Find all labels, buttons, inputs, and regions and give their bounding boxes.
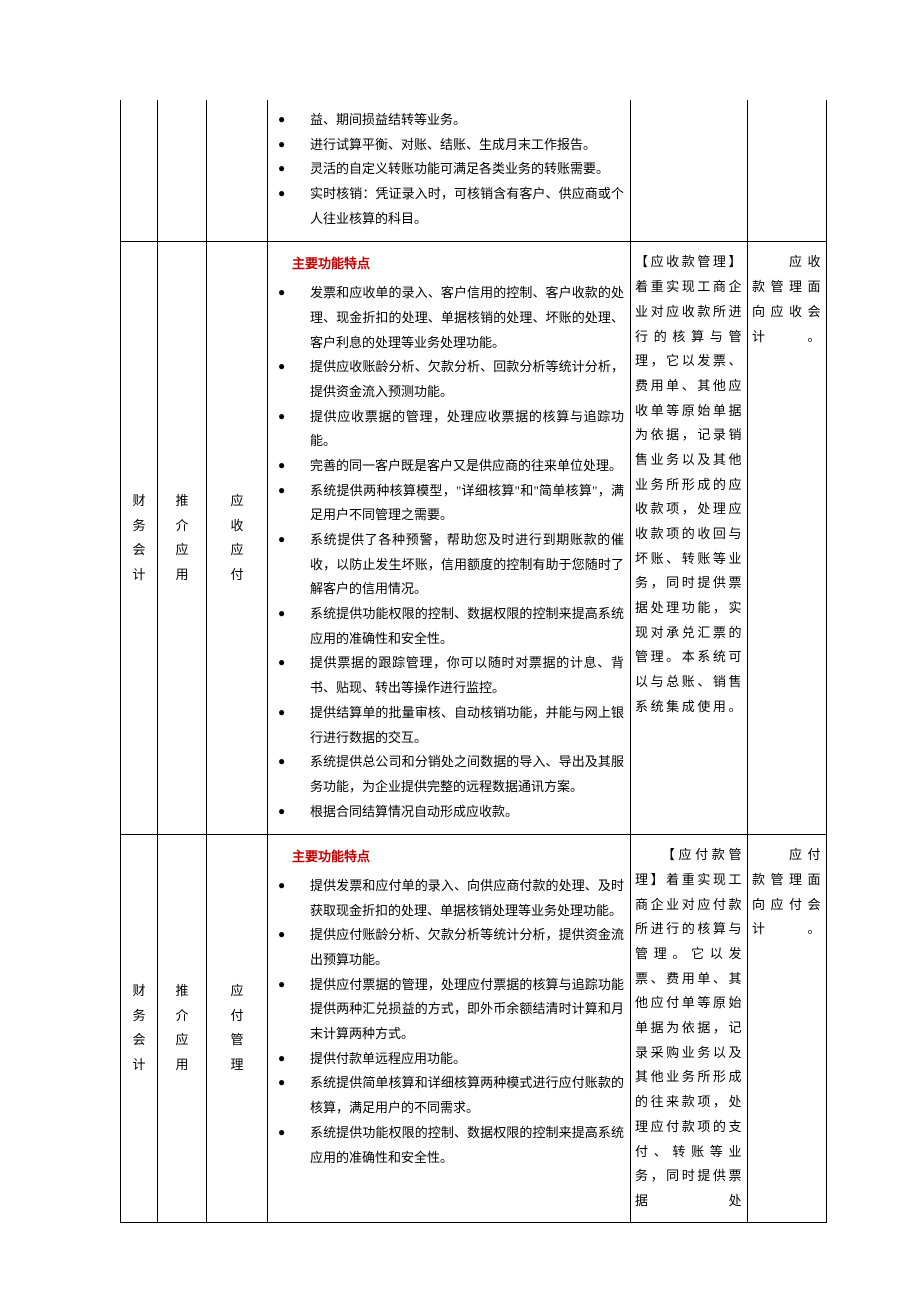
col6-body: 款管理面向应付会计。 bbox=[752, 872, 822, 936]
col5-lead: 【应付款 bbox=[635, 847, 728, 862]
feature-item: 根据合同结算情况自动形成应收款。 bbox=[274, 800, 624, 825]
feature-item: 实时核销：凭证录入时，可核销含有客户、供应商或个人往业核算的科目。 bbox=[274, 182, 624, 231]
col6-lead: 应付 bbox=[752, 847, 822, 862]
cell-description: 【应收款管理】着重实现工商企业对应收款所进行的核算与管理，它以发票、费用单、其他… bbox=[631, 242, 748, 835]
feature-item: 系统提供总公司和分销处之间数据的导入、导出及其服务功能，为企业提供完整的远程数据… bbox=[274, 750, 624, 799]
table-row: 益、期间损益结转等业务。进行试算平衡、对账、结账、生成月末工作报告。灵活的自定义… bbox=[121, 100, 827, 242]
feature-item: 提供发票和应付单的录入、向供应商付款的处理、及时获取现金折扣的处理、单据核销处理… bbox=[274, 874, 624, 923]
cell-audience: 应收款管理面向应收会计。 bbox=[748, 242, 827, 835]
feature-item: 系统提供简单核算和详细核算两种模式进行应付账款的核算，满足用户的不同需求。 bbox=[274, 1071, 624, 1120]
features-header: 主要功能特点 bbox=[292, 252, 624, 277]
col5-body: 管理】着重实现工商企业对应付款所进行的核算与管理。它以发票、费用单、其他应付单等… bbox=[635, 847, 743, 1208]
cell-features: 主要功能特点 发票和应收单的录入、客户信用的控制、客户收款的处理、现金折扣的处理… bbox=[268, 242, 631, 835]
cell-audience: 应付款管理面向应付会计。 bbox=[748, 835, 827, 1222]
cell-category: 财务会计 bbox=[121, 242, 158, 835]
cell-scope: 推介应用 bbox=[158, 835, 207, 1222]
features-header: 主要功能特点 bbox=[292, 845, 624, 870]
cell-module: 应付管理 bbox=[207, 835, 268, 1222]
feature-item: 提供应收账龄分析、欠款分析、回款分析等统计分析，提供资金流入预测功能。 bbox=[274, 355, 624, 404]
feature-item: 完善的同一客户既是客户又是供应商的往来单位处理。 bbox=[274, 454, 624, 479]
feature-item: 系统提供了各种预警，帮助您及时进行到期账款的催收，以防止发生坏账，信用额度的控制… bbox=[274, 528, 624, 602]
feature-item: 提供付款单远程应用功能。 bbox=[274, 1047, 624, 1072]
cell-features: 益、期间损益结转等业务。进行试算平衡、对账、结账、生成月末工作报告。灵活的自定义… bbox=[268, 100, 631, 242]
feature-item: 发票和应收单的录入、客户信用的控制、客户收款的处理、现金折扣的处理、单据核销的处… bbox=[274, 281, 624, 355]
col6-lead: 应收 bbox=[752, 254, 822, 269]
feature-item: 益、期间损益结转等业务。 bbox=[274, 108, 624, 133]
feature-item: 系统提供功能权限的控制、数据权限的控制来提高系统应用的准确性和安全性。 bbox=[274, 1121, 624, 1170]
cell-scope: 推介应用 bbox=[158, 242, 207, 835]
feature-item: 进行试算平衡、对账、结账、生成月末工作报告。 bbox=[274, 133, 624, 158]
cell-category bbox=[121, 100, 158, 242]
main-table: 益、期间损益结转等业务。进行试算平衡、对账、结账、生成月末工作报告。灵活的自定义… bbox=[120, 100, 827, 1223]
cell-features: 主要功能特点 提供发票和应付单的录入、向供应商付款的处理、及时获取现金折扣的处理… bbox=[268, 835, 631, 1222]
cell-module bbox=[207, 100, 268, 242]
col6-body: 款管理面向应收会计。 bbox=[752, 279, 822, 343]
cell-description: 【应付款管理】着重实现工商企业对应付款所进行的核算与管理。它以发票、费用单、其他… bbox=[631, 835, 748, 1222]
feature-item: 提供应收票据的管理，处理应收票据的核算与追踪功能。 bbox=[274, 405, 624, 454]
table-row: 财务会计 推介应用 应收应付 主要功能特点 发票和应收单的录入、客户信用的控制、… bbox=[121, 242, 827, 835]
feature-item: 提供应付票据的管理，处理应付票据的核算与追踪功能提供两种汇兑损益的方式，即外币余… bbox=[274, 973, 624, 1047]
feature-item: 提供应付账龄分析、欠款分析等统计分析，提供资金流出预算功能。 bbox=[274, 923, 624, 972]
cell-audience bbox=[748, 100, 827, 242]
cell-scope bbox=[158, 100, 207, 242]
feature-item: 灵活的自定义转账功能可满足各类业务的转账需要。 bbox=[274, 157, 624, 182]
feature-item: 系统提供功能权限的控制、数据权限的控制来提高系统应用的准确性和安全性。 bbox=[274, 602, 624, 651]
cell-category: 财务会计 bbox=[121, 835, 158, 1222]
col5-body: 着重实现工商企业对应收款所进行的核算与管理，它以发票、费用单、其他应收单等原始单… bbox=[635, 279, 743, 714]
col5-lead: 【应收款管理】 bbox=[635, 254, 743, 269]
feature-item: 提供结算单的批量审核、自动核销功能，并能与网上银行进行数据的交互。 bbox=[274, 701, 624, 750]
cell-description bbox=[631, 100, 748, 242]
feature-item: 提供票据的跟踪管理，你可以随时对票据的计息、背书、贴现、转出等操作进行监控。 bbox=[274, 651, 624, 700]
feature-item: 系统提供两种核算模型，"详细核算"和"简单核算"，满足用户不同管理之需要。 bbox=[274, 479, 624, 528]
table-row: 财务会计 推介应用 应付管理 主要功能特点 提供发票和应付单的录入、向供应商付款… bbox=[121, 835, 827, 1222]
cell-module: 应收应付 bbox=[207, 242, 268, 835]
